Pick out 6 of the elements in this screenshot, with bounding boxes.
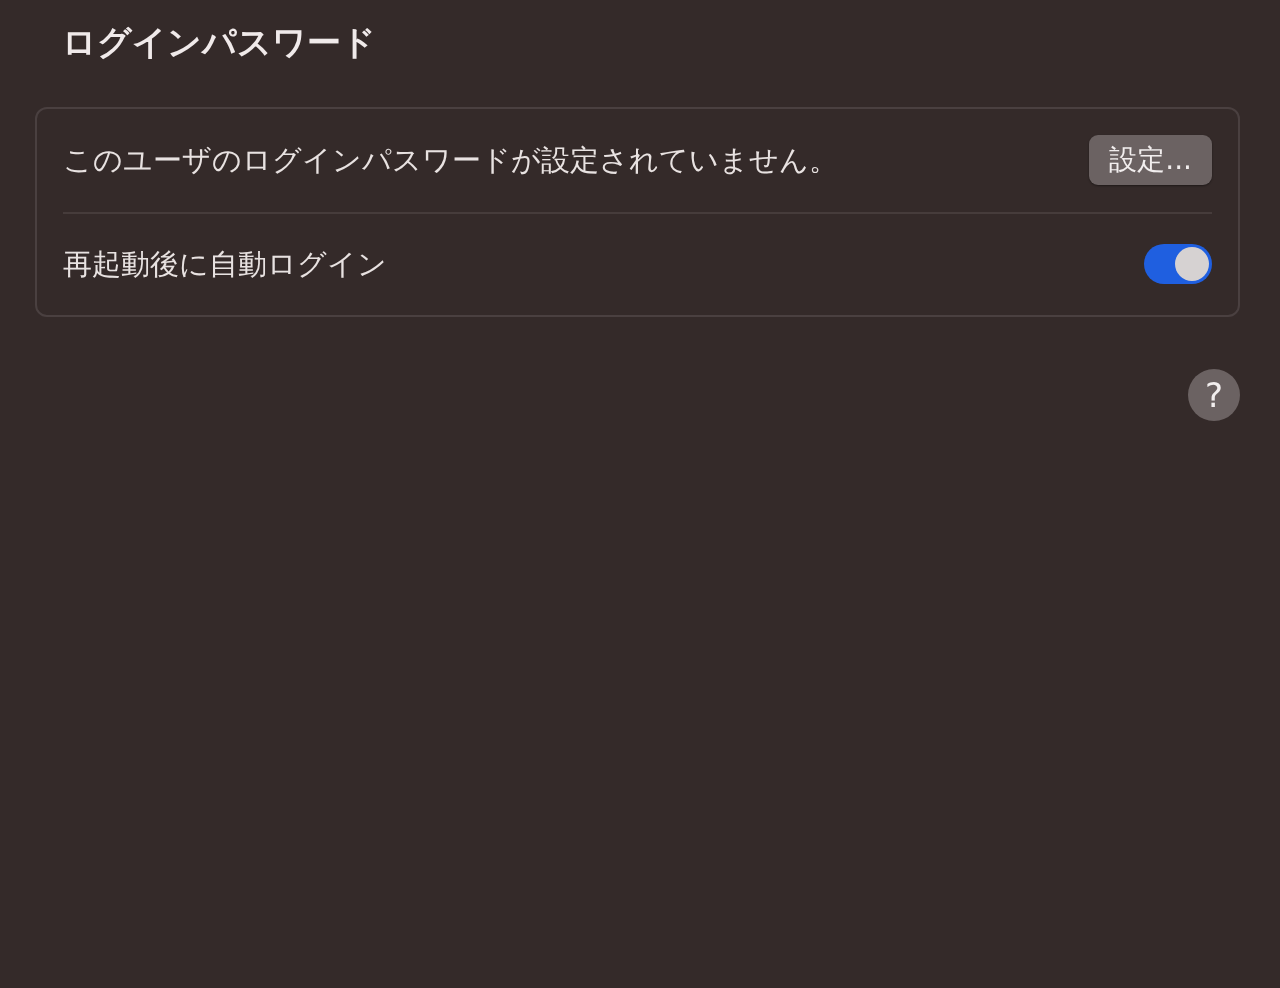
- toggle-switch[interactable]: [1144, 244, 1212, 285]
- setting-label: 再起動後に自動ログイン: [63, 245, 387, 283]
- set-button[interactable]: 設定...: [1089, 135, 1212, 186]
- setting-label: このユーザのログインパスワードが設定されていません。: [63, 141, 838, 179]
- section-title: ログインパスワード: [62, 22, 377, 63]
- help-button[interactable]: ?: [1188, 368, 1240, 421]
